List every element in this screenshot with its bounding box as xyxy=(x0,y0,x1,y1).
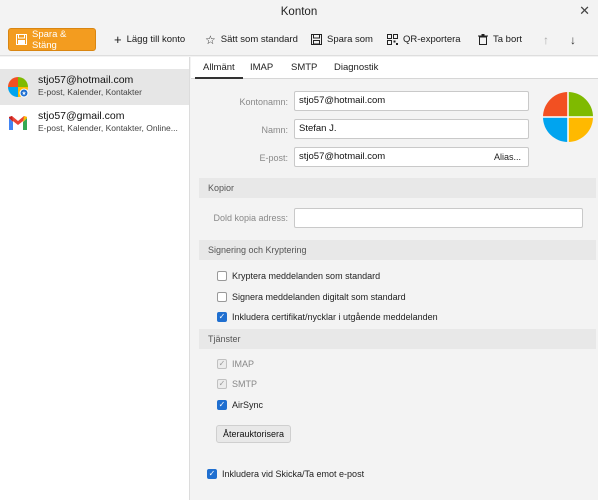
imap-service-option: ✓ IMAP xyxy=(217,357,254,371)
account-name-field[interactable]: stjo57@hotmail.com xyxy=(294,91,529,111)
email-field[interactable]: stjo57@hotmail.com Alias... xyxy=(294,147,529,167)
smtp-service-option: ✓ SMTP xyxy=(217,377,257,391)
save-as-label: Spara som xyxy=(327,34,373,45)
airsync-label: AirSync xyxy=(232,400,264,410)
include-send-receive-option[interactable]: ✓ Inkludera vid Skicka/Ta emot e-post xyxy=(207,467,364,481)
encrypt-label: Kryptera meddelanden som standard xyxy=(232,271,381,281)
tab-diagnostics[interactable]: Diagnostik xyxy=(326,57,386,79)
svg-text:★: ★ xyxy=(22,91,27,97)
delete-label: Ta bort xyxy=(493,34,523,45)
airsync-checkbox[interactable]: ✓ xyxy=(217,400,227,410)
include-cert-option[interactable]: ✓ Inkludera certifikat/nycklar i utgåend… xyxy=(217,310,438,324)
outlook-icon: ★ xyxy=(8,77,29,98)
save-icon xyxy=(16,34,27,45)
smtp-checkbox: ✓ xyxy=(217,379,227,389)
tab-general[interactable]: Allmänt xyxy=(195,57,243,79)
arrow-down-icon: ↓ xyxy=(570,32,576,47)
tab-smtp[interactable]: SMTP xyxy=(283,57,325,79)
airsync-service-option[interactable]: ✓ AirSync xyxy=(217,398,263,412)
account-email: stjo57@hotmail.com xyxy=(38,74,134,86)
move-up-button[interactable]: ↑ xyxy=(538,28,554,51)
save-close-label: Spara & Stäng xyxy=(32,28,67,51)
account-email: stjo57@gmail.com xyxy=(38,110,125,122)
sign-label: Signera meddelanden digitalt som standar… xyxy=(232,292,406,302)
account-services: E-post, Kalender, Kontakter xyxy=(38,87,142,97)
sign-checkbox[interactable] xyxy=(217,292,227,302)
name-label: Namn: xyxy=(261,125,288,135)
account-item-hotmail[interactable]: ★ stjo57@hotmail.com E-post, Kalender, K… xyxy=(0,69,189,105)
title-bar: Konton ✕ xyxy=(0,0,598,24)
save-as-button[interactable]: Spara som xyxy=(307,28,377,51)
name-field[interactable]: Stefan J. xyxy=(294,119,529,139)
smtp-label: SMTP xyxy=(232,379,258,389)
account-services: E-post, Kalender, Kontakter, Online... xyxy=(38,123,178,133)
copies-section-header: Kopior xyxy=(199,178,596,198)
save-as-icon xyxy=(311,34,322,45)
close-icon[interactable]: ✕ xyxy=(579,0,590,22)
add-account-button[interactable]: + Lägg till konto xyxy=(110,28,189,51)
move-down-button[interactable]: ↓ xyxy=(565,28,581,51)
encrypt-default-option[interactable]: Kryptera meddelanden som standard xyxy=(217,269,380,283)
bcc-label: Dold kopia adress: xyxy=(213,213,288,223)
qr-export-button[interactable]: QR-exportera xyxy=(383,28,465,51)
account-avatar xyxy=(543,92,593,142)
account-name-label: Kontonamn: xyxy=(239,97,288,107)
services-section-header: Tjänster xyxy=(199,329,596,349)
qr-export-label: QR-exportera xyxy=(403,34,461,45)
trash-icon xyxy=(478,34,488,45)
reauthorize-button[interactable]: Återauktorisera xyxy=(216,425,292,443)
include-send-receive-checkbox[interactable]: ✓ xyxy=(207,469,217,479)
include-cert-checkbox[interactable]: ✓ xyxy=(217,312,227,322)
include-cert-label: Inkludera certifikat/nycklar i utgående … xyxy=(232,312,438,322)
gmail-icon xyxy=(9,116,27,130)
tab-bar: Allmänt IMAP SMTP Diagnostik xyxy=(191,57,598,79)
set-default-button[interactable]: ☆ Sätt som standard xyxy=(201,28,302,51)
imap-checkbox: ✓ xyxy=(217,359,227,369)
alias-button[interactable]: Alias... xyxy=(490,149,525,165)
encrypt-checkbox[interactable] xyxy=(217,271,227,281)
include-send-receive-label: Inkludera vid Skicka/Ta emot e-post xyxy=(222,469,365,479)
delete-button[interactable]: Ta bort xyxy=(474,28,526,51)
save-close-button[interactable]: Spara & Stäng xyxy=(8,28,96,51)
window-title: Konton xyxy=(280,6,318,18)
imap-label: IMAP xyxy=(232,359,255,369)
email-value: stjo57@hotmail.com xyxy=(299,151,386,162)
email-label: E-post: xyxy=(259,153,288,163)
tab-imap[interactable]: IMAP xyxy=(242,57,281,79)
qr-icon xyxy=(387,34,398,45)
star-icon: ☆ xyxy=(205,32,216,47)
bcc-field[interactable] xyxy=(294,208,583,228)
add-account-label: Lägg till konto xyxy=(126,34,186,45)
signing-section-header: Signering och Kryptering xyxy=(199,240,596,260)
toolbar: Spara & Stäng + Lägg till konto ☆ Sätt s… xyxy=(0,24,598,56)
arrow-up-icon: ↑ xyxy=(543,32,549,47)
plus-icon: + xyxy=(114,31,122,47)
account-list: ★ stjo57@hotmail.com E-post, Kalender, K… xyxy=(0,57,190,500)
set-default-label: Sätt som standard xyxy=(220,34,298,45)
account-item-gmail[interactable]: stjo57@gmail.com E-post, Kalender, Konta… xyxy=(0,105,189,141)
sign-default-option[interactable]: Signera meddelanden digitalt som standar… xyxy=(217,290,406,304)
